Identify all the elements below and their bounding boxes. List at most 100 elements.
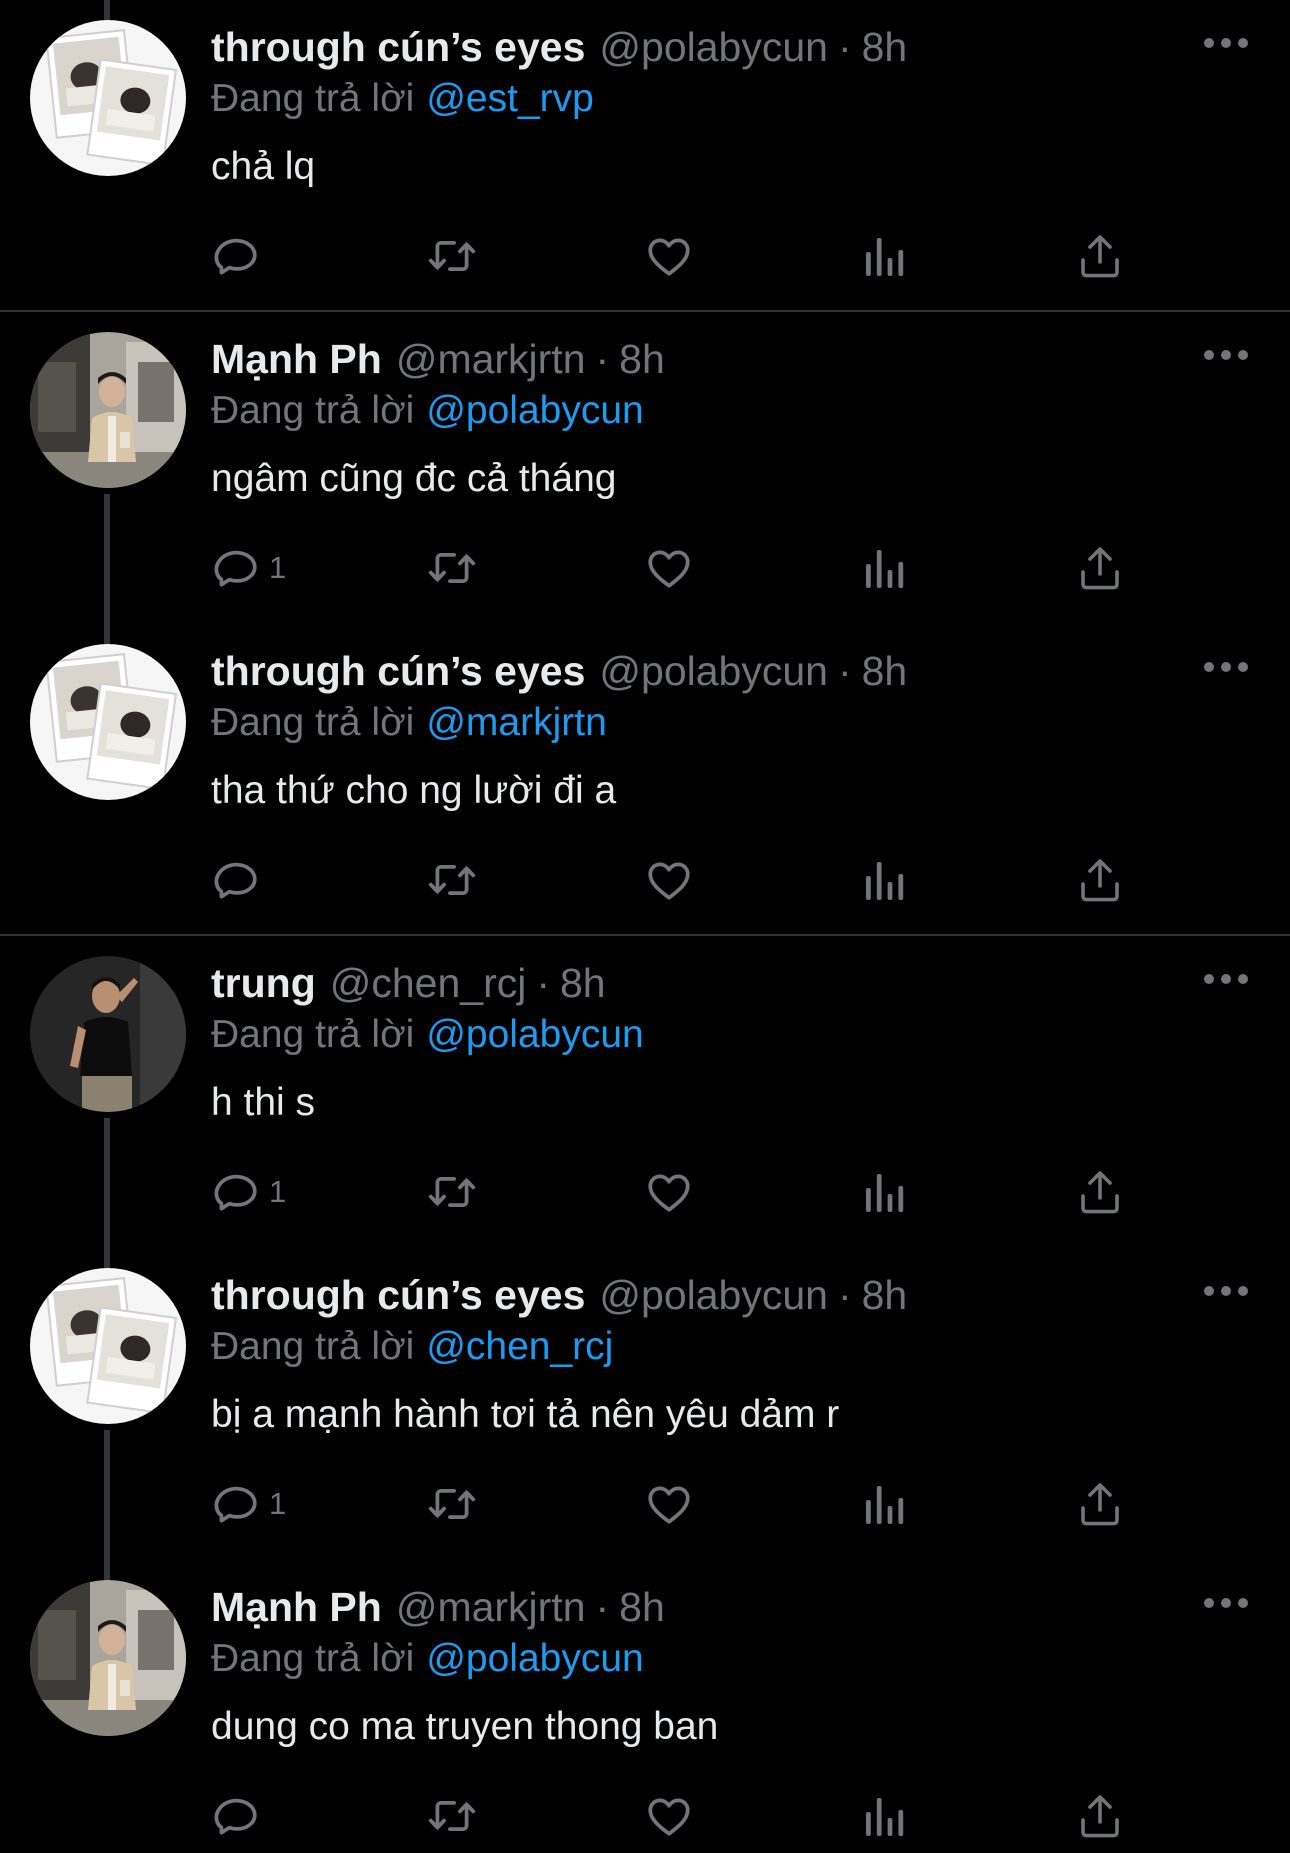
retweet-button[interactable] — [424, 541, 480, 595]
mention-link[interactable]: @chen_rcj — [426, 1325, 613, 1368]
like-button[interactable] — [644, 1477, 694, 1531]
views-button[interactable] — [862, 1165, 906, 1219]
timestamp[interactable]: 8h — [862, 1268, 908, 1322]
views-icon — [862, 543, 906, 593]
retweet-icon — [424, 543, 480, 593]
tweet[interactable]: trung @chen_rcj · 8h Đang trả lời @polaby… — [0, 936, 1290, 1248]
retweet-icon — [424, 231, 480, 281]
views-button[interactable] — [862, 853, 906, 907]
mention-link[interactable]: @markjrtn — [426, 701, 606, 744]
username[interactable]: @polabycun — [599, 644, 828, 698]
action-bar: 1 — [0, 1165, 1290, 1219]
views-button[interactable] — [862, 1789, 906, 1843]
reply-button[interactable]: 1 — [211, 1477, 286, 1531]
tweet[interactable]: through cún’s eyes @polabycun · 8h Đang … — [0, 624, 1290, 936]
reply-button[interactable]: 1 — [211, 1165, 286, 1219]
like-button[interactable] — [644, 853, 694, 907]
more-icon[interactable] — [1204, 1596, 1248, 1610]
tweet[interactable]: Mạnh Ph @markjrtn · 8h Đang trả lời @pola… — [0, 312, 1290, 624]
username[interactable]: @chen_rcj — [330, 956, 527, 1010]
avatar[interactable] — [30, 1580, 186, 1736]
meta-separator: · — [595, 336, 610, 382]
retweet-button[interactable] — [424, 1477, 480, 1531]
timestamp[interactable]: 8h — [862, 644, 908, 698]
username[interactable]: @markjrtn — [396, 1580, 586, 1634]
share-icon — [1078, 1479, 1122, 1529]
tweet[interactable]: through cún’s eyes @polabycun · 8h Đang … — [0, 0, 1290, 312]
display-name[interactable]: Mạnh Ph — [211, 332, 382, 386]
reply-button[interactable]: 1 — [211, 541, 286, 595]
share-button[interactable] — [1078, 1789, 1122, 1843]
share-icon — [1078, 855, 1122, 905]
mention-link[interactable]: @polabycun — [426, 1013, 643, 1056]
more-icon[interactable] — [1204, 1284, 1248, 1298]
retweet-button[interactable] — [424, 853, 480, 907]
retweet-button[interactable] — [424, 1165, 480, 1219]
avatar[interactable] — [30, 1268, 186, 1424]
username[interactable]: @markjrtn — [396, 332, 586, 386]
like-button[interactable] — [644, 1165, 694, 1219]
replying-label: Đang trả lời — [211, 1637, 415, 1680]
views-button[interactable] — [862, 229, 906, 283]
more-icon[interactable] — [1204, 36, 1248, 50]
retweet-button[interactable] — [424, 1789, 480, 1843]
avatar[interactable] — [30, 332, 186, 488]
reply-count: 1 — [269, 1174, 287, 1209]
display-name[interactable]: trung — [211, 956, 316, 1010]
views-icon — [862, 1791, 906, 1841]
meta-separator: · — [837, 24, 852, 70]
timestamp[interactable]: 8h — [862, 20, 908, 74]
tweet-header: Mạnh Ph @markjrtn · 8h — [211, 332, 665, 386]
share-button[interactable] — [1078, 1165, 1122, 1219]
display-name[interactable]: Mạnh Ph — [211, 1580, 382, 1634]
reply-button[interactable] — [211, 853, 269, 907]
avatar[interactable] — [30, 644, 186, 800]
tweet-text: bị a mạnh hành tơi tả nên yêu dảm r — [211, 1393, 840, 1436]
display-name[interactable]: through cún’s eyes — [211, 20, 585, 74]
replying-label: Đang trả lời — [211, 1325, 415, 1368]
username[interactable]: @polabycun — [599, 1268, 828, 1322]
more-icon[interactable] — [1204, 348, 1248, 362]
share-button[interactable] — [1078, 853, 1122, 907]
display-name[interactable]: through cún’s eyes — [211, 1268, 585, 1322]
timestamp[interactable]: 8h — [619, 332, 665, 386]
share-button[interactable] — [1078, 541, 1122, 595]
retweet-button[interactable] — [424, 229, 480, 283]
more-icon[interactable] — [1204, 972, 1248, 986]
views-button[interactable] — [862, 1477, 906, 1531]
action-bar — [0, 853, 1290, 907]
mention-link[interactable]: @polabycun — [426, 1637, 643, 1680]
meta-separator: · — [536, 960, 550, 1006]
tweet[interactable]: through cún’s eyes @polabycun · 8h Đang … — [0, 1248, 1290, 1560]
reply-icon — [211, 543, 261, 593]
share-button[interactable] — [1078, 229, 1122, 283]
reply-button[interactable] — [211, 229, 269, 283]
avatar[interactable] — [30, 956, 186, 1112]
avatar[interactable] — [30, 20, 186, 176]
mention-link[interactable]: @est_rvp — [426, 77, 593, 120]
timestamp[interactable]: 8h — [619, 1580, 665, 1634]
display-name[interactable]: through cún’s eyes — [211, 644, 585, 698]
like-button[interactable] — [644, 1789, 694, 1843]
views-icon — [862, 1479, 906, 1529]
retweet-icon — [424, 1479, 480, 1529]
tweet-header: through cún’s eyes @polabycun · 8h — [211, 644, 907, 698]
replying-to: Đang trả lời @polabycun — [211, 1008, 644, 1062]
username[interactable]: @polabycun — [599, 20, 828, 74]
mention-link[interactable]: @polabycun — [426, 389, 643, 432]
more-icon[interactable] — [1204, 660, 1248, 674]
reply-button[interactable] — [211, 1789, 269, 1843]
share-icon — [1078, 1791, 1122, 1841]
tweet-header: through cún’s eyes @polabycun · 8h — [211, 1268, 907, 1322]
tweet-header: trung @chen_rcj · 8h — [211, 956, 606, 1010]
like-button[interactable] — [644, 229, 694, 283]
heart-icon — [644, 543, 694, 593]
views-button[interactable] — [862, 541, 906, 595]
timestamp[interactable]: 8h — [560, 956, 606, 1010]
action-bar: 1 — [0, 1477, 1290, 1531]
share-button[interactable] — [1078, 1477, 1122, 1531]
heart-icon — [644, 1167, 694, 1217]
views-icon — [862, 231, 906, 281]
tweet[interactable]: Mạnh Ph @markjrtn · 8h Đang trả lời @pola… — [0, 1560, 1290, 1853]
like-button[interactable] — [644, 541, 694, 595]
